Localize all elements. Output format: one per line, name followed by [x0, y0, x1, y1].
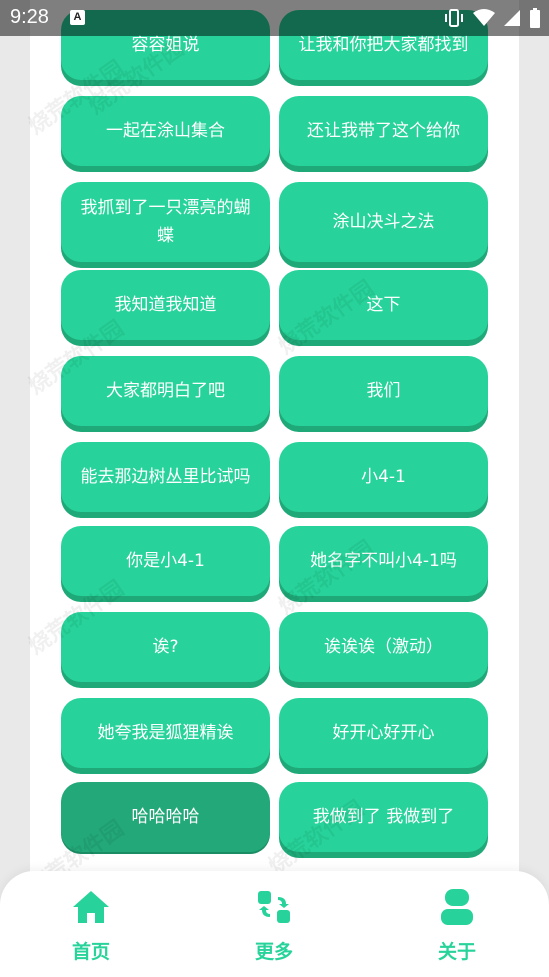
- sound-tile[interactable]: 哈哈哈哈: [61, 782, 270, 852]
- bottom-navigation: 首页 更多 关于: [0, 871, 549, 977]
- sound-tile[interactable]: 我做到了 我做到了: [279, 782, 488, 852]
- notification-icon: A: [70, 10, 85, 25]
- sound-tile[interactable]: 我们: [279, 356, 488, 426]
- sound-tile[interactable]: 小4-1: [279, 442, 488, 512]
- home-icon: [73, 891, 109, 923]
- nav-about-label: 关于: [437, 941, 476, 963]
- nav-home[interactable]: 首页: [46, 887, 136, 964]
- nav-more[interactable]: 更多: [229, 887, 319, 964]
- sound-tile[interactable]: 一起在涂山集合: [61, 96, 270, 166]
- vibrate-icon: [445, 9, 463, 27]
- sound-tile[interactable]: 她名字不叫小4-1吗: [279, 526, 488, 596]
- signal-icon: [504, 10, 520, 26]
- swap-grid-icon: [258, 891, 290, 923]
- status-bar: 9:28 A: [0, 0, 549, 36]
- sound-tile[interactable]: 涂山决斗之法: [279, 182, 488, 262]
- sound-tile[interactable]: 好开心好开心: [279, 698, 488, 768]
- sound-tile[interactable]: 能去那边树丛里比试吗: [61, 442, 270, 512]
- sound-tile[interactable]: 你是小4-1: [61, 526, 270, 596]
- sound-tile[interactable]: 她夸我是狐狸精诶: [61, 698, 270, 768]
- sound-tile[interactable]: 这下: [279, 270, 488, 340]
- sound-tile[interactable]: 我抓到了一只漂亮的蝴蝶: [61, 182, 270, 262]
- nav-more-label: 更多: [254, 941, 293, 963]
- battery-icon: [530, 8, 540, 28]
- sound-tile[interactable]: 诶?: [61, 612, 270, 682]
- nav-home-label: 首页: [71, 941, 110, 963]
- sound-tile[interactable]: 还让我带了这个给你: [279, 96, 488, 166]
- status-icons: [443, 8, 541, 28]
- wifi-icon: [473, 9, 495, 26]
- person-icon: [441, 889, 473, 925]
- status-time: 9:28: [10, 6, 49, 28]
- nav-about[interactable]: 关于: [412, 887, 502, 964]
- sound-tile[interactable]: 我知道我知道: [61, 270, 270, 340]
- sound-tile[interactable]: 大家都明白了吧: [61, 356, 270, 426]
- sound-tile[interactable]: 诶诶诶（激动）: [279, 612, 488, 682]
